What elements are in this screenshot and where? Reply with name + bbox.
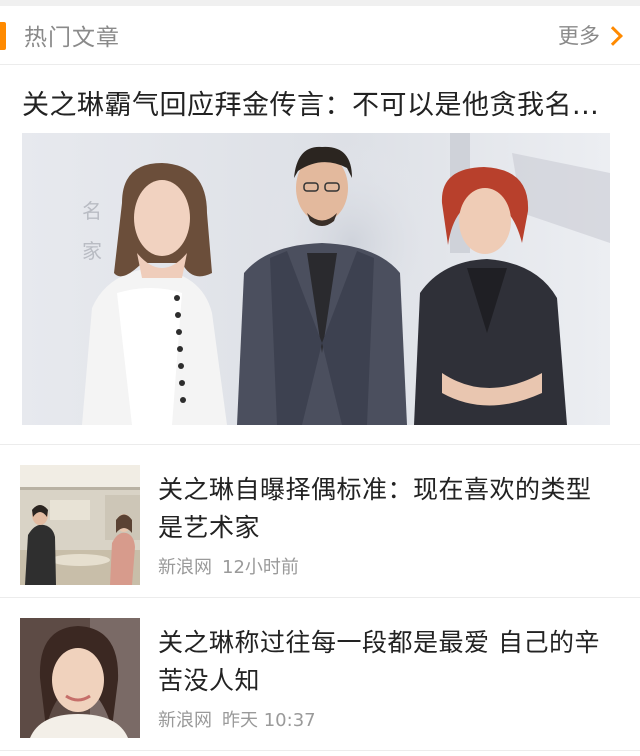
article-meta: 新浪网 昨天 10:37 bbox=[158, 706, 616, 732]
chevron-right-icon bbox=[603, 25, 623, 46]
article-text: 关之琳自曝择偶标准：现在喜欢的类型是艺术家 新浪网 12小时前 bbox=[158, 471, 616, 579]
article-meta: 新浪网 12小时前 bbox=[158, 553, 616, 579]
more-label: 更多 bbox=[558, 24, 600, 48]
section-header: 热门文章 更多 bbox=[0, 6, 640, 65]
section-title: 热门文章 bbox=[24, 25, 120, 51]
list-item[interactable]: 关之琳自曝择偶标准：现在喜欢的类型是艺术家 新浪网 12小时前 bbox=[0, 445, 640, 598]
featured-article[interactable]: 关之琳霸气回应拜金传言：不可以是他贪我名... 名 家 bbox=[0, 65, 640, 445]
three-people-photo-icon: 名 家 bbox=[22, 133, 610, 425]
article-title[interactable]: 关之琳称过往每一段都是最爱 自己的辛苦没人知 bbox=[158, 624, 616, 700]
interview-photo-icon bbox=[20, 465, 140, 585]
article-title[interactable]: 关之琳自曝择偶标准：现在喜欢的类型是艺术家 bbox=[158, 471, 616, 547]
article-source: 新浪网 bbox=[158, 557, 212, 578]
portrait-photo-icon bbox=[20, 618, 140, 738]
list-item[interactable]: 关之琳称过往每一段都是最爱 自己的辛苦没人知 新浪网 昨天 10:37 bbox=[0, 598, 640, 751]
article-thumbnail[interactable] bbox=[20, 618, 140, 738]
article-text: 关之琳称过往每一段都是最爱 自己的辛苦没人知 新浪网 昨天 10:37 bbox=[158, 624, 616, 732]
svg-text:家: 家 bbox=[82, 239, 102, 263]
more-button[interactable]: 更多 bbox=[558, 6, 623, 64]
article-time: 昨天 10:37 bbox=[222, 710, 316, 731]
featured-article-image[interactable]: 名 家 bbox=[22, 133, 610, 425]
header-accent-bar bbox=[0, 22, 6, 50]
hot-articles-page: 热门文章 更多 关之琳霸气回应拜金传言：不可以是他贪我名... 名 家 关之琳自… bbox=[0, 0, 640, 756]
featured-article-title[interactable]: 关之琳霸气回应拜金传言：不可以是他贪我名... bbox=[22, 65, 618, 119]
article-time: 12小时前 bbox=[222, 557, 299, 578]
article-thumbnail[interactable] bbox=[20, 465, 140, 585]
article-source: 新浪网 bbox=[158, 710, 212, 731]
svg-text:名: 名 bbox=[82, 199, 102, 223]
